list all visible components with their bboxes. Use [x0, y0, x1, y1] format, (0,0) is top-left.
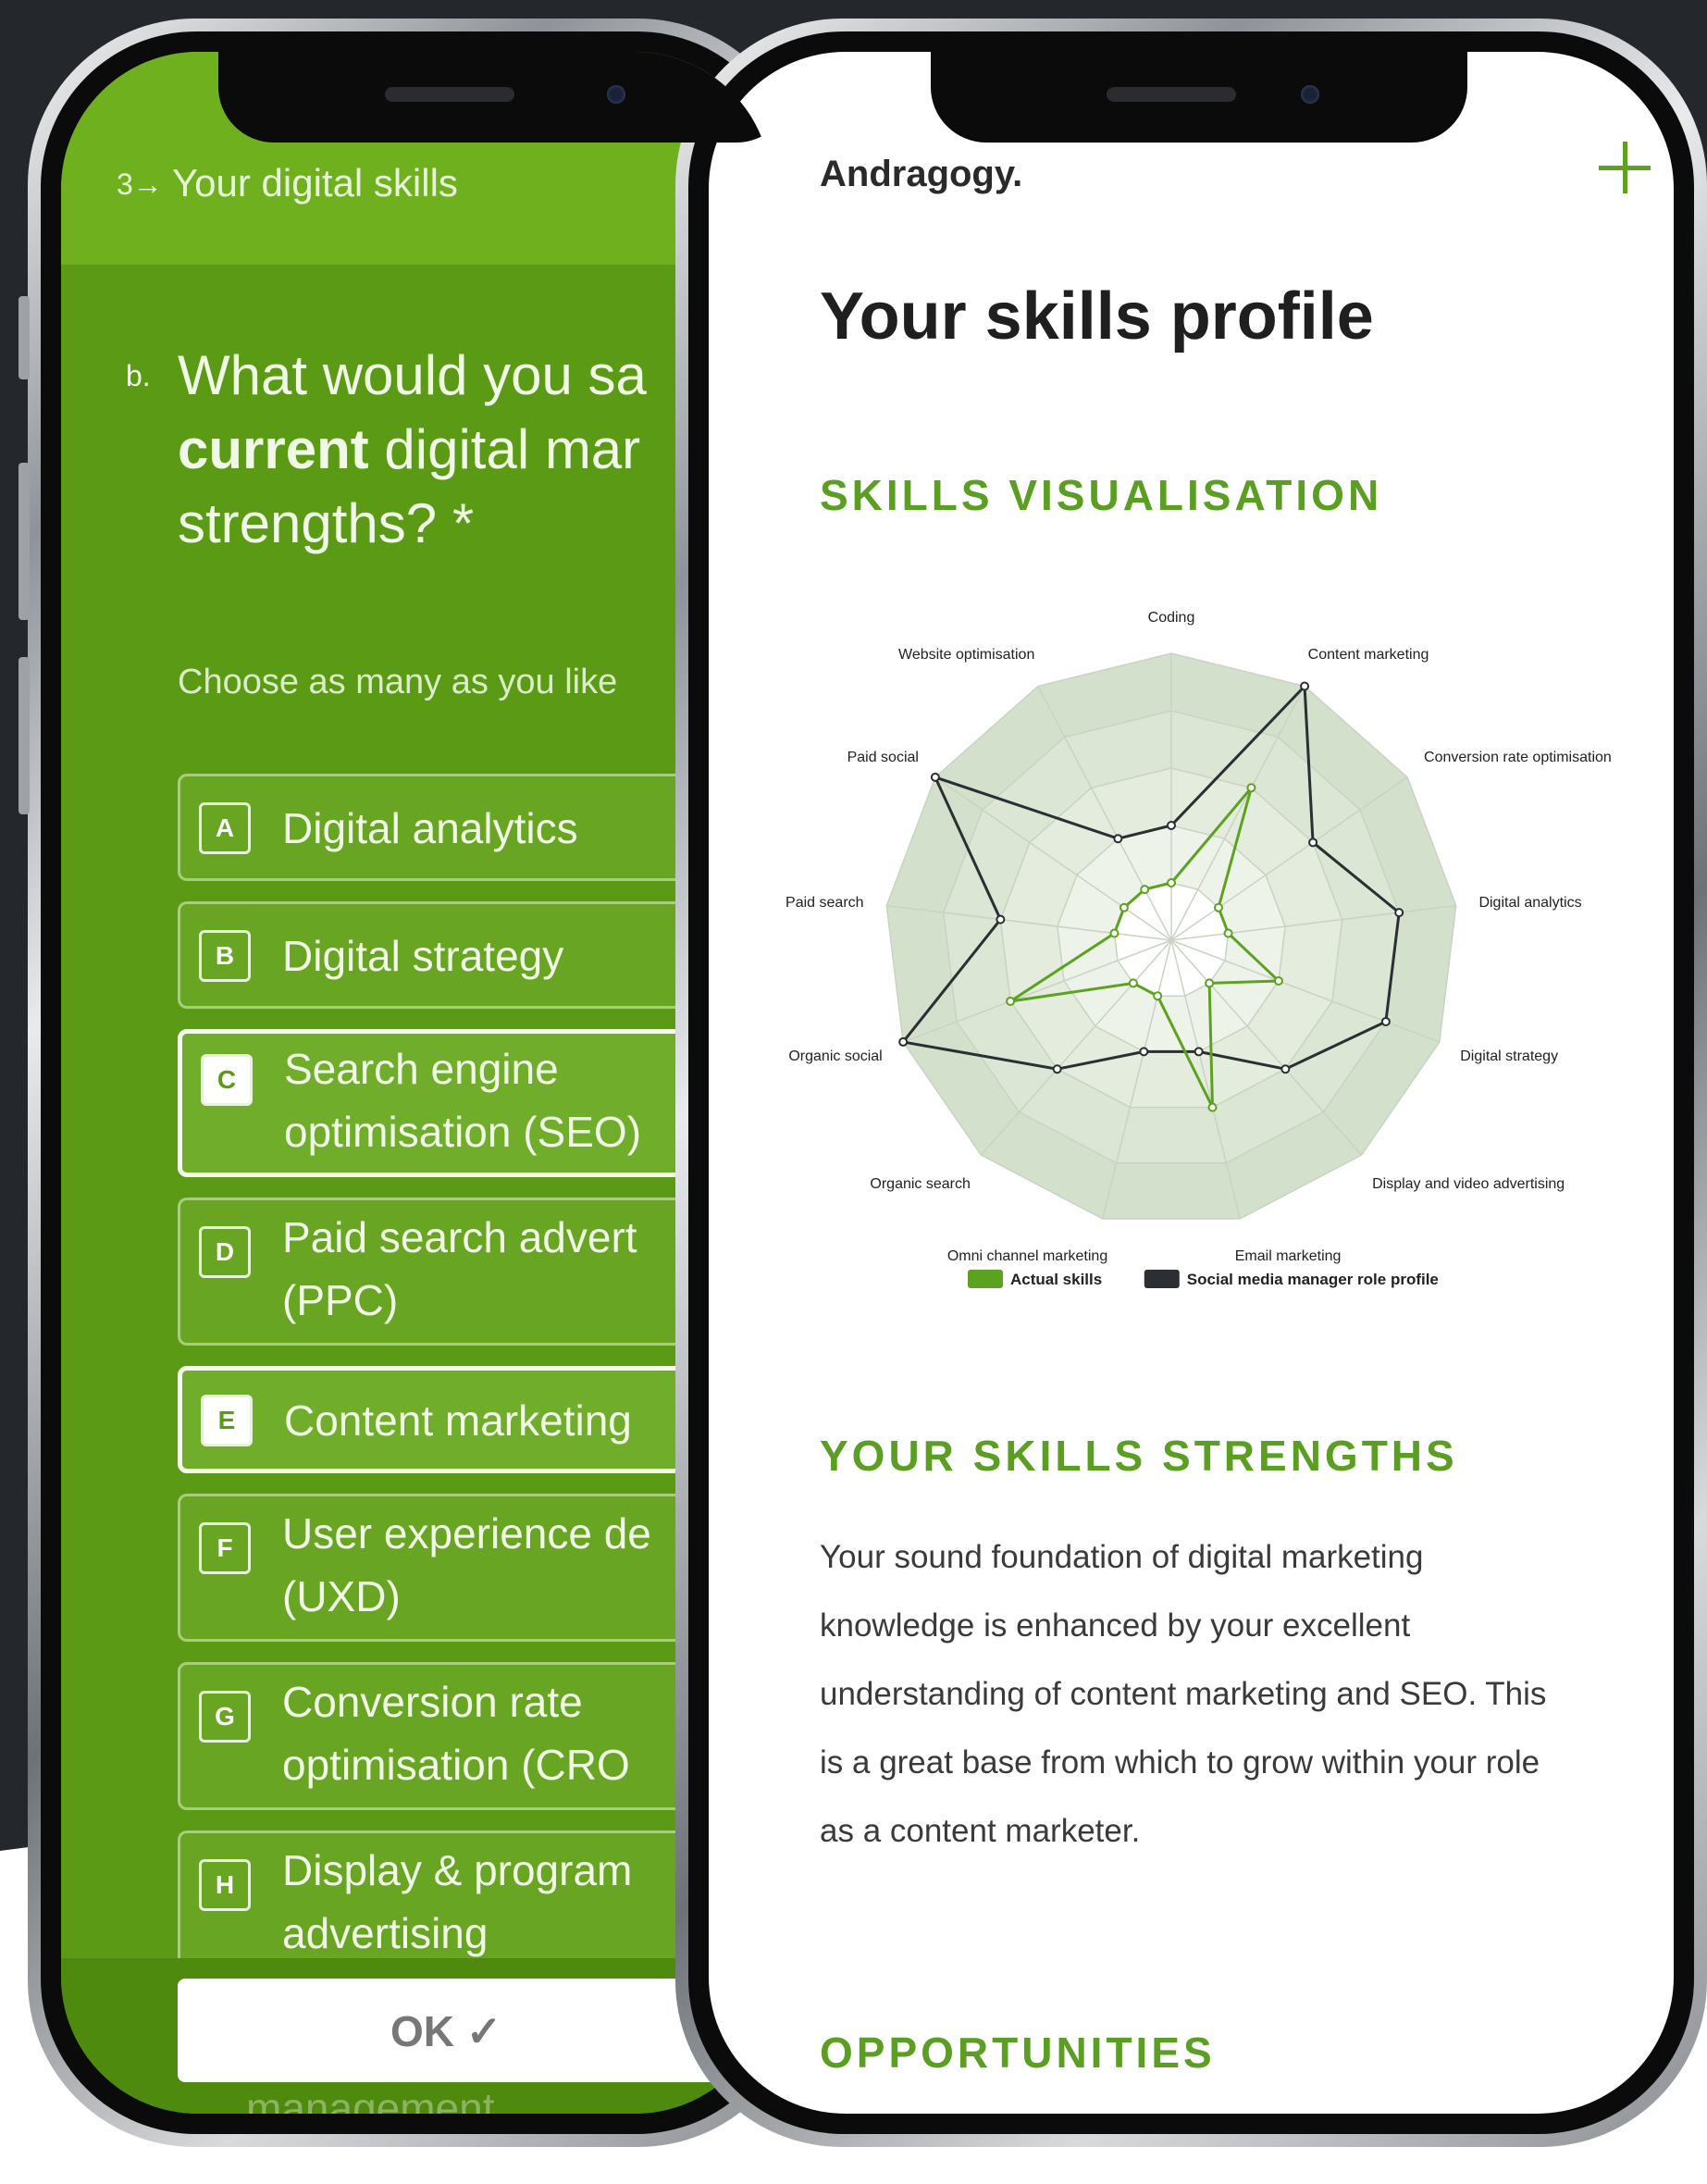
data-point — [1308, 838, 1318, 848]
axis-label: Email marketing — [1235, 1248, 1342, 1264]
axis-label: Content marketing — [1308, 647, 1429, 663]
data-point — [1119, 902, 1129, 912]
data-point — [996, 914, 1006, 924]
hidden-option-text: management — [246, 2084, 495, 2114]
data-point — [1153, 991, 1163, 1001]
axis-label: Organic search — [870, 1176, 971, 1192]
data-point — [1300, 681, 1310, 691]
data-point — [1380, 1016, 1391, 1026]
strengths-paragraph: Your sound foundation of digital marketi… — [820, 1539, 1547, 1849]
data-point — [1113, 834, 1123, 844]
data-point — [1140, 885, 1150, 895]
data-point — [1205, 978, 1215, 988]
right-phone-frame: Andragogy. Your skills profile SKILLS VI… — [675, 19, 1707, 2147]
skills-profile-screen: Andragogy. Your skills profile SKILLS VI… — [709, 52, 1674, 2114]
axis-label: Conversion rate optimisation — [1424, 750, 1612, 765]
legend-label: Social media manager role profile — [1187, 1271, 1439, 1288]
phone-side-button — [19, 296, 30, 379]
question-letter: b. — [126, 359, 151, 392]
data-point — [1207, 1102, 1218, 1112]
data-point — [1246, 783, 1256, 793]
brand-logo[interactable]: Andragogy. — [820, 154, 1022, 195]
section-heading-visualisation: SKILLS VISUALISATION — [820, 471, 1383, 519]
data-point — [1214, 902, 1224, 912]
data-point — [1128, 978, 1138, 988]
legend-label: Actual skills — [1010, 1271, 1102, 1288]
section-heading-opportunities: OPPORTUNITIES — [820, 2029, 1216, 2077]
data-point — [1006, 996, 1016, 1006]
axis-label: Display and video advertising — [1372, 1176, 1565, 1192]
data-point — [1109, 928, 1119, 938]
phone-notch — [218, 52, 772, 143]
axis-label: Omni channel marketing — [947, 1248, 1107, 1264]
phone-side-button — [19, 463, 30, 620]
axis-label: Digital strategy — [1460, 1049, 1558, 1064]
data-point — [1280, 1064, 1291, 1074]
quiz-screen: 3→ Your digital skills b. What would you… — [61, 52, 772, 2114]
page-title: Your skills profile — [820, 279, 1374, 354]
data-point — [1052, 1064, 1062, 1074]
axis-label: Website optimisation — [898, 647, 1034, 663]
axis-label: Paid social — [847, 750, 919, 765]
legend-swatch — [968, 1270, 1003, 1288]
hint-text: Choose as many as you like — [178, 663, 618, 701]
data-point — [898, 1036, 909, 1047]
data-point — [1139, 1047, 1149, 1057]
data-point — [1273, 975, 1283, 986]
section-heading-strengths: YOUR SKILLS STRENGTHS — [820, 1432, 1458, 1480]
phone-notch — [931, 52, 1467, 143]
camera-icon — [607, 85, 625, 104]
data-point — [1394, 908, 1404, 918]
question-number: 3→ — [117, 168, 163, 201]
data-point — [1194, 1047, 1204, 1057]
data-point — [1167, 821, 1176, 830]
data-point — [1167, 878, 1176, 887]
data-point — [1223, 928, 1233, 938]
phone-side-button — [19, 657, 30, 814]
skills-radar-chart: Coding Content marketing Conversion rate o… — [785, 610, 1612, 1288]
plus-icon[interactable] — [1597, 140, 1652, 195]
axis-label: Organic social — [788, 1049, 882, 1064]
axis-label: Digital analytics — [1478, 895, 1581, 911]
axis-label: Coding — [1148, 610, 1195, 626]
data-point — [930, 772, 940, 782]
legend-swatch — [1144, 1270, 1180, 1288]
axis-label: Paid search — [785, 895, 864, 911]
camera-icon — [1301, 85, 1319, 104]
section-title: Your digital skills — [172, 161, 458, 205]
